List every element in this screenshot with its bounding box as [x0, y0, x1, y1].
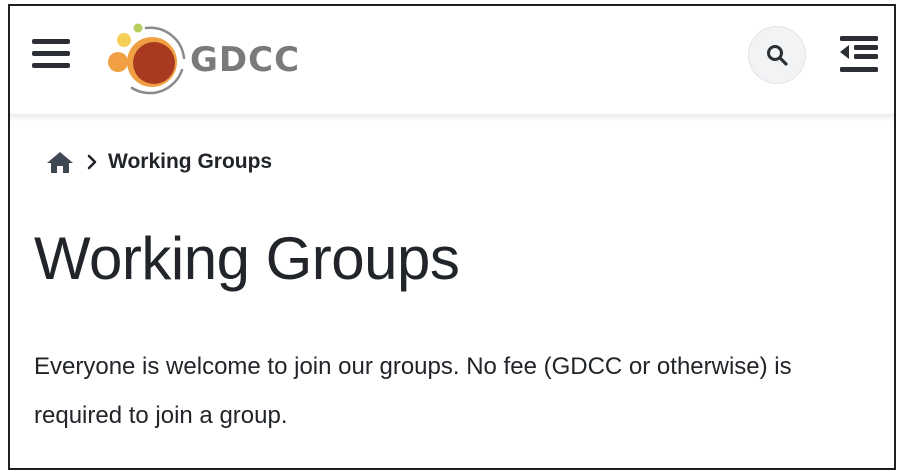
- logo-text: GDCC: [190, 40, 301, 80]
- intro-paragraph: Everyone is welcome to join our groups. …: [34, 353, 792, 429]
- page-frame: GDCC Working Groups Working Groups Every…: [8, 4, 896, 470]
- hamburger-menu-icon[interactable]: [32, 36, 72, 70]
- chevron-right-icon: [86, 153, 98, 171]
- gdcc-logo-icon: [108, 23, 186, 95]
- site-logo[interactable]: GDCC: [102, 18, 300, 102]
- outdent-toc-icon: [840, 36, 878, 72]
- search-button[interactable]: [748, 26, 806, 84]
- top-navbar: GDCC: [10, 6, 894, 115]
- page-title: Working Groups: [34, 225, 460, 292]
- search-icon: [767, 45, 788, 66]
- home-icon: [47, 152, 73, 173]
- breadcrumb-current: Working Groups: [108, 150, 273, 173]
- breadcrumb: Working Groups: [46, 150, 272, 174]
- toc-toggle-button[interactable]: [838, 34, 880, 74]
- breadcrumb-home-link[interactable]: [46, 150, 74, 174]
